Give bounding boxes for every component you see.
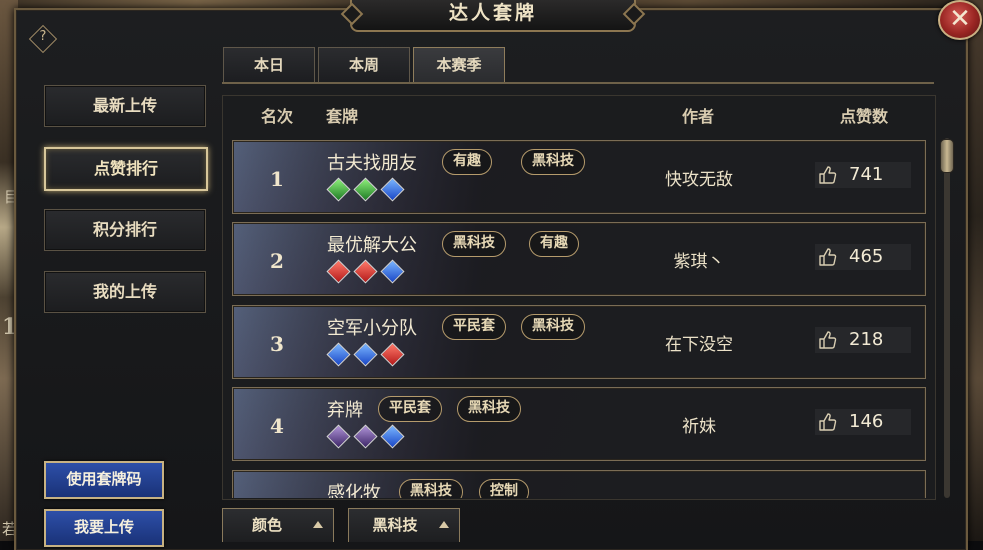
deck-author: 紫琪丶 [673,252,725,272]
deck-colors [326,342,411,367]
deck-tag: 有趣 [442,149,492,175]
deck-tag: 黑科技 [442,231,506,257]
thumbs-up-icon [819,331,837,349]
green-gem-icon [353,177,378,202]
deck-tag: 黑科技 [521,149,585,175]
purple-gem-icon [326,424,351,449]
deck-colors [326,259,411,284]
deck-tag: 黑科技 [399,479,463,498]
deck-rank: 3 [270,332,284,356]
like-count-value: 218 [849,329,884,350]
like-count-value: 741 [849,164,884,185]
close-button[interactable]: ✕ [938,0,982,40]
deck-name: 弃牌 [327,400,363,421]
tab-this-season[interactable]: 本赛季 [413,47,505,84]
sidebar-item-my-uploads[interactable]: 我的上传 [44,271,206,313]
panel-title: 达人套牌 [448,2,537,24]
deck-tag: 平民套 [442,314,506,340]
deck-row[interactable]: 3 空军小分队 平民套 黑科技 在下没空 218 [232,305,926,379]
deck-colors [326,177,411,202]
deck-rank: 4 [270,414,284,438]
header-author: 作者 [682,107,715,126]
red-gem-icon [353,259,378,284]
deck-author: 快攻无敌 [665,170,733,190]
sidebar-item-score-ranking[interactable]: 积分排行 [44,209,206,251]
deck-rank: 2 [270,249,284,273]
deck-name: 古夫找朋友 [327,153,417,174]
sidebar-item-like-ranking[interactable]: 点赞排行 [44,147,208,191]
deck-rank: 1 [270,167,284,191]
deck-name: 最优解大公 [327,235,417,256]
blue-gem-icon [353,342,378,367]
thumbs-up-icon [819,166,837,184]
deck-tag: 有趣 [529,231,579,257]
like-count[interactable]: 465 [815,244,911,270]
deck-tag: 黑科技 [521,314,585,340]
upload-deck-button[interactable]: 我要上传 [44,509,164,547]
deck-row[interactable]: 感化牧 黑科技 控制 [232,470,926,498]
blue-gem-icon [380,259,405,284]
scrollbar-track[interactable] [944,138,950,498]
tag-filter-label: 黑科技 [372,516,418,534]
header-rank: 名次 [261,107,294,126]
deck-author: 祈妹 [682,417,716,437]
purple-gem-icon [353,424,378,449]
like-count[interactable]: 741 [815,162,911,188]
like-count[interactable]: 218 [815,327,911,353]
deck-row[interactable]: 2 最优解大公 黑科技 有趣 紫琪丶 465 [232,222,926,296]
like-count[interactable]: 146 [815,409,911,435]
like-count-value: 465 [849,246,884,267]
color-filter-dropdown[interactable]: 颜色 [222,508,334,542]
deck-tag: 黑科技 [457,396,521,422]
deck-row[interactable]: 4 弃牌 平民套 黑科技 祈妹 146 [232,387,926,461]
deck-colors [326,424,411,449]
sidebar-item-latest[interactable]: 最新上传 [44,85,206,127]
deck-name: 空军小分队 [327,318,417,339]
tab-today[interactable]: 本日 [223,47,315,83]
header-likes: 点赞数 [840,107,889,126]
red-gem-icon [380,342,405,367]
color-filter-label: 颜色 [251,516,282,534]
deck-tag: 控制 [479,479,529,498]
deck-author: 在下没空 [665,335,733,355]
header-deck: 套牌 [326,107,359,126]
deck-name: 感化牧 [327,483,381,498]
red-gem-icon [326,259,351,284]
scrollbar-thumb[interactable] [940,139,954,173]
tag-filter-dropdown[interactable]: 黑科技 [348,508,460,542]
help-button[interactable]: ? [28,24,58,54]
blue-gem-icon [380,177,405,202]
help-icon-glyph: ? [39,29,47,44]
deck-row[interactable]: 1 古夫找朋友 有趣 黑科技 快攻无敌 741 [232,140,926,214]
green-gem-icon [326,177,351,202]
use-deck-code-button[interactable]: 使用套牌码 [44,461,164,499]
like-count-value: 146 [849,411,884,432]
caret-up-icon [439,521,449,528]
deck-tag: 平民套 [378,396,442,422]
thumbs-up-icon [819,413,837,431]
close-icon: ✕ [949,4,971,34]
tab-underline [222,82,934,84]
blue-gem-icon [380,424,405,449]
blue-gem-icon [326,342,351,367]
title-plate: 达人套牌 [340,0,646,32]
thumbs-up-icon [819,248,837,266]
tab-this-week[interactable]: 本周 [318,47,410,83]
caret-up-icon [313,521,323,528]
deck-row-clip: 感化牧 黑科技 控制 [222,470,934,498]
